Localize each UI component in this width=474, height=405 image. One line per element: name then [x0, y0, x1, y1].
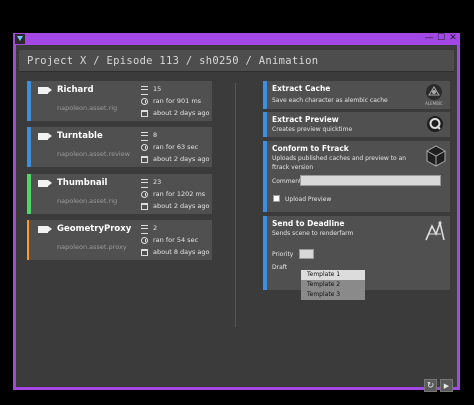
column-divider — [235, 83, 236, 327]
action-title: Extract Preview — [272, 115, 339, 124]
item-card-turntable[interactable]: Turntable napoleon.asset.review 8 ran fo… — [27, 127, 212, 167]
draft-option-template-3[interactable]: Template 3 — [301, 290, 365, 300]
app-window: — ☐ ✕ Project X / Episode 113 / sh0250 /… — [13, 33, 460, 392]
upload-preview-label: Upload Preview — [285, 196, 332, 203]
action-description: Creates preview quicktime — [272, 126, 353, 133]
play-icon: ▶ — [443, 382, 450, 390]
item-runtime: ran for 54 sec — [153, 236, 199, 244]
item-family: napoleon.asset.review — [57, 150, 131, 158]
item-family: napoleon.asset.proxy — [57, 243, 127, 251]
action-accent-bar — [263, 81, 267, 109]
item-accent-bar — [27, 174, 31, 214]
clock-icon — [141, 191, 148, 198]
item-updated: about 2 days ago — [153, 109, 210, 117]
versions-icon — [141, 132, 148, 141]
item-name: GeometryProxy — [57, 224, 132, 234]
clock-icon — [141, 98, 148, 105]
item-family: napoleon.asset.rig — [57, 104, 118, 112]
alembic-logo-text: ALEMBIC — [425, 101, 443, 106]
action-conform-ftrack[interactable]: Conform to Ftrack Uploads published cach… — [263, 141, 450, 212]
action-title: Extract Cache — [272, 84, 331, 93]
calendar-icon — [141, 203, 148, 210]
item-accent-bar — [27, 220, 29, 260]
item-updated: about 8 days ago — [153, 248, 210, 256]
tag-icon — [38, 133, 52, 140]
maximize-button[interactable]: ☐ — [435, 33, 447, 44]
action-extract-cache[interactable]: Extract Cache Save each character as ale… — [263, 81, 450, 109]
item-card-geometryproxy[interactable]: GeometryProxy napoleon.asset.proxy 2 ran… — [27, 220, 212, 260]
upload-preview-checkbox[interactable] — [273, 195, 280, 202]
minimize-button[interactable]: — — [423, 33, 435, 44]
comment-field[interactable] — [300, 175, 441, 186]
priority-field[interactable] — [299, 249, 314, 259]
app-logo-icon — [15, 34, 25, 44]
comment-value — [301, 186, 303, 193]
item-name: Turntable — [57, 131, 103, 141]
item-card-thumbnail[interactable]: Thumbnail napoleon.asset.rig 23 ran for … — [27, 174, 212, 214]
versions-icon — [141, 86, 148, 95]
draft-label: Draft — [272, 264, 288, 271]
title-bar: — ☐ ✕ — [13, 33, 460, 45]
tag-icon — [38, 226, 52, 233]
clock-icon — [141, 144, 148, 151]
item-versions: 23 — [153, 178, 162, 186]
priority-label: Priority — [272, 251, 294, 258]
action-description: Save each character as alembic cache — [272, 97, 388, 104]
calendar-icon — [141, 249, 148, 256]
action-extract-preview[interactable]: Extract Preview Creates preview quicktim… — [263, 112, 450, 137]
calendar-icon — [141, 156, 148, 163]
versions-icon — [141, 179, 148, 188]
deadline-logo-icon — [425, 220, 445, 241]
comment-label: Comment — [272, 178, 302, 185]
refresh-icon: ↻ — [426, 381, 435, 391]
item-updated: about 2 days ago — [153, 155, 210, 163]
ftrack-cube-icon — [426, 145, 446, 167]
refresh-button[interactable]: ↻ — [424, 379, 437, 392]
publish-button[interactable]: ▶ — [440, 379, 453, 392]
action-title: Send to Deadline — [272, 219, 345, 228]
tag-icon — [38, 180, 52, 187]
item-versions: 8 — [153, 131, 158, 139]
draft-option-template-1[interactable]: Template 1 — [301, 270, 365, 280]
clock-icon — [141, 237, 148, 244]
versions-icon — [141, 225, 148, 234]
action-title: Conform to Ftrack — [272, 144, 349, 153]
item-accent-bar — [27, 127, 31, 167]
action-accent-bar — [263, 216, 267, 290]
calendar-icon — [141, 110, 148, 117]
item-runtime: ran for 901 ms — [153, 97, 202, 105]
action-description: Uploads published caches and preview to … — [272, 154, 412, 172]
draft-template-dropdown[interactable]: Template 1 Template 2 Template 3 — [301, 270, 365, 300]
tag-icon — [38, 87, 52, 94]
context-breadcrumb: Project X / Episode 113 / sh0250 / Anima… — [27, 55, 319, 67]
main-panel: Project X / Episode 113 / sh0250 / Anima… — [16, 45, 457, 392]
context-header: Project X / Episode 113 / sh0250 / Anima… — [19, 50, 454, 72]
draft-option-template-2[interactable]: Template 2 — [301, 280, 365, 290]
item-versions: 15 — [153, 85, 162, 93]
action-accent-bar — [263, 141, 267, 212]
close-button[interactable]: ✕ — [447, 33, 459, 44]
item-versions: 2 — [153, 224, 158, 232]
action-description: Sends scene to renderfarm — [272, 230, 354, 237]
quicktime-logo-icon — [427, 116, 443, 132]
item-name: Thumbnail — [57, 178, 108, 188]
item-runtime: ran for 63 sec — [153, 143, 199, 151]
conform-description-text: Uploads published caches and preview to … — [272, 155, 407, 171]
alembic-logo-icon: ALEMBIC — [425, 84, 443, 106]
item-runtime: ran for 1202 ms — [153, 190, 206, 198]
item-family: napoleon.asset.rig — [57, 197, 118, 205]
priority-value — [300, 260, 302, 267]
action-accent-bar — [263, 112, 267, 137]
item-name: Richard — [57, 85, 94, 95]
item-card-richard[interactable]: Richard napoleon.asset.rig 15 ran for 90… — [27, 81, 212, 121]
item-accent-bar — [27, 81, 31, 121]
item-updated: about 2 days ago — [153, 202, 210, 210]
